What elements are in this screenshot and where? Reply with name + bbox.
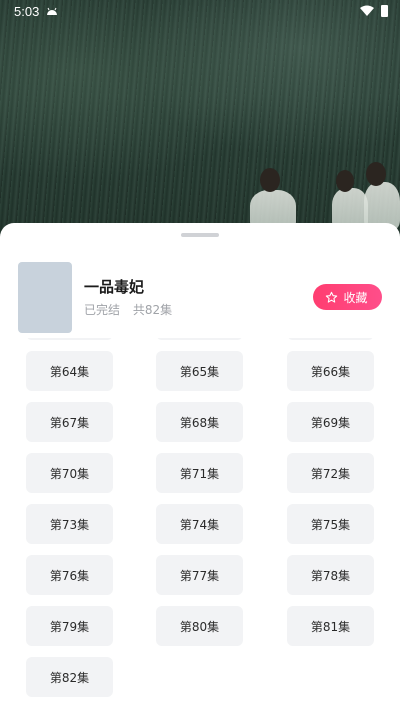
episode-button[interactable]: 第67集: [26, 402, 113, 442]
episode-button[interactable]: 第68集: [156, 402, 243, 442]
episode-grid: 第64集 第65集 第66集 第67集 第68集 第69集 第70集 第71集 …: [0, 338, 400, 708]
wifi-icon: [360, 5, 374, 16]
episode-button[interactable]: 第82集: [26, 657, 113, 697]
episode-row: 第79集 第80集 第81集: [0, 606, 400, 657]
episode-button[interactable]: 第75集: [287, 504, 374, 544]
episode-button[interactable]: 第66集: [287, 351, 374, 391]
episode-button[interactable]: [287, 338, 374, 340]
episode-button[interactable]: 第71集: [156, 453, 243, 493]
episode-button[interactable]: 第81集: [287, 606, 374, 646]
episode-button[interactable]: [26, 338, 113, 340]
favorite-button-label: 收藏: [343, 290, 368, 305]
episode-row: [0, 338, 400, 351]
favorite-button[interactable]: 收藏: [313, 284, 382, 310]
status-time: 5:03: [14, 4, 40, 19]
episode-button[interactable]: 第80集: [156, 606, 243, 646]
episode-button[interactable]: 第69集: [287, 402, 374, 442]
video-figure-head: [336, 170, 354, 192]
episode-button[interactable]: 第65集: [156, 351, 243, 391]
drama-cover-image: [18, 262, 72, 333]
episode-button[interactable]: 第73集: [26, 504, 113, 544]
episode-button[interactable]: 第64集: [26, 351, 113, 391]
episode-button[interactable]: 第79集: [26, 606, 113, 646]
episode-button[interactable]: 第78集: [287, 555, 374, 595]
video-figure-head: [366, 162, 386, 186]
drama-status: 已完结: [84, 303, 121, 317]
episode-row: 第67集 第68集 第69集: [0, 402, 400, 453]
episode-sheet: 一品毒妃 已完结 共82集 收藏 第64集 第65集 第66集 第67集 第68…: [0, 223, 400, 711]
episode-button[interactable]: 第76集: [26, 555, 113, 595]
battery-icon: [381, 5, 388, 17]
episode-row: 第76集 第77集 第78集: [0, 555, 400, 606]
drama-episode-count: 共82集: [132, 303, 173, 317]
episode-button[interactable]: 第72集: [287, 453, 374, 493]
sheet-drag-handle[interactable]: [181, 233, 219, 237]
episode-row: 第73集 第74集 第75集: [0, 504, 400, 555]
android-debug-icon: [47, 7, 57, 15]
drama-title: 一品毒妃: [84, 278, 145, 296]
episode-list[interactable]: 第64集 第65集 第66集 第67集 第68集 第69集 第70集 第71集 …: [0, 338, 400, 711]
star-outline-icon: [326, 291, 338, 303]
episode-button[interactable]: 第70集: [26, 453, 113, 493]
video-figure-head: [260, 168, 280, 192]
episode-row: 第70集 第71集 第72集: [0, 453, 400, 504]
episode-row: 第64集 第65集 第66集: [0, 351, 400, 402]
episode-button[interactable]: 第77集: [156, 555, 243, 595]
video-player-background[interactable]: [0, 0, 400, 240]
status-bar: 5:03: [0, 0, 400, 24]
drama-header: 一品毒妃 已完结 共82集 收藏: [0, 260, 400, 336]
episode-row: 第82集: [0, 657, 400, 708]
drama-meta: 已完结 共82集: [84, 301, 172, 318]
episode-button[interactable]: 第74集: [156, 504, 243, 544]
episode-button[interactable]: [156, 338, 243, 340]
